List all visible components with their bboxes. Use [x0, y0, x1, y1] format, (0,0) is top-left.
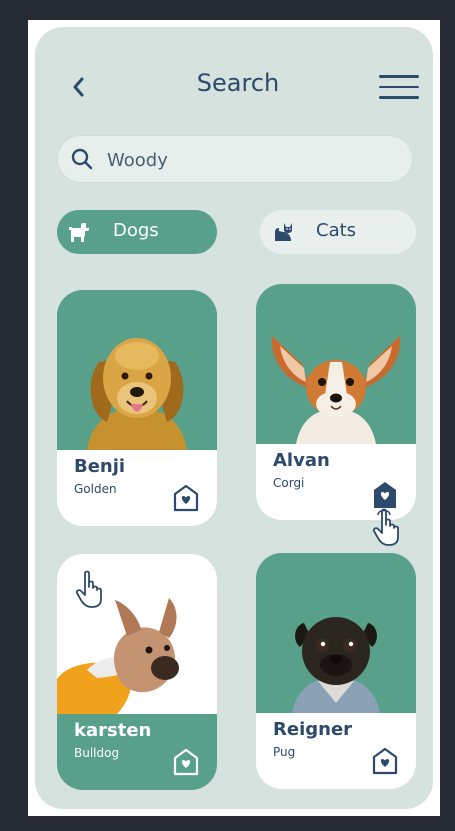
- pet-card-benji[interactable]: Benji Golden: [57, 290, 217, 526]
- tab-dogs[interactable]: Dogs: [57, 210, 217, 254]
- menu-button[interactable]: [379, 67, 419, 107]
- favorite-home-icon[interactable]: [372, 747, 398, 775]
- dog-icon: [63, 215, 97, 249]
- pet-breed: Corgi: [273, 476, 305, 490]
- pet-photo-corgi: [256, 284, 416, 444]
- favorite-home-icon[interactable]: [173, 484, 199, 512]
- cat-icon: [266, 215, 300, 249]
- pet-name: Benji: [74, 456, 126, 477]
- pet-breed: Bulldog: [74, 746, 120, 760]
- pet-name: Alvan: [273, 450, 330, 471]
- tab-cats[interactable]: Cats: [260, 210, 416, 254]
- pet-name: Reigner: [273, 719, 353, 740]
- tap-hand-icon: [372, 508, 399, 546]
- tab-dogs-label: Dogs: [113, 220, 159, 241]
- search-input[interactable]: [105, 143, 409, 177]
- menu-line: [379, 96, 419, 99]
- tap-hand-icon: [75, 570, 102, 608]
- pet-breed: Pug: [273, 745, 296, 759]
- app-screen: Search Dogs: [35, 27, 433, 809]
- header: Search: [55, 57, 421, 115]
- menu-line: [379, 85, 419, 89]
- pet-photo-pug: [256, 553, 416, 713]
- menu-line: [379, 75, 419, 78]
- page-title: Search: [196, 69, 280, 97]
- search-icon[interactable]: [69, 146, 95, 172]
- search-bar: [57, 135, 413, 183]
- favorite-home-icon[interactable]: [173, 748, 199, 776]
- pet-card-reigner[interactable]: Reigner Pug: [256, 553, 416, 789]
- favorite-home-icon[interactable]: [372, 480, 398, 508]
- pet-breed: Golden: [74, 482, 117, 496]
- pet-name: karsten: [74, 720, 152, 741]
- tab-cats-label: Cats: [316, 220, 357, 241]
- pet-photo-golden-retriever: [57, 290, 217, 450]
- pet-card-alvan[interactable]: Alvan Corgi: [256, 284, 416, 520]
